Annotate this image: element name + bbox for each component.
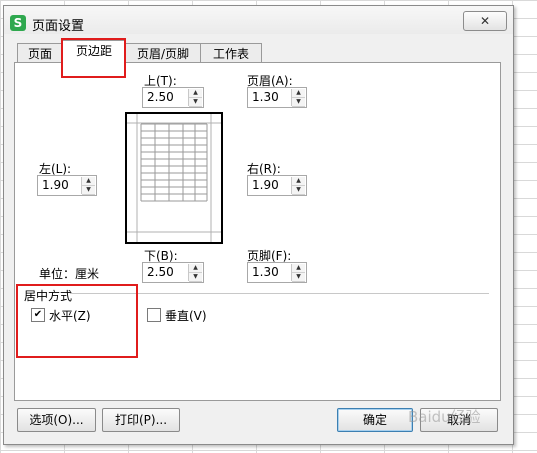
vertical-center-label[interactable]: 垂直(V) bbox=[165, 307, 207, 324]
spin-up-icon[interactable]: ▲ bbox=[292, 177, 305, 186]
spin-down-icon[interactable]: ▼ bbox=[292, 273, 305, 282]
header-margin-value: 1.30 bbox=[252, 90, 279, 104]
tab-header-footer[interactable]: 页眉/页脚 bbox=[125, 43, 201, 64]
spin-up-icon[interactable]: ▲ bbox=[292, 89, 305, 98]
vertical-center-checkbox[interactable] bbox=[147, 308, 161, 322]
dialog-title: 页面设置 bbox=[32, 19, 85, 34]
bottom-margin-spinner[interactable]: 2.50 ▲ ▼ bbox=[142, 262, 204, 283]
print-button[interactable]: 打印(P)... bbox=[102, 408, 180, 432]
left-margin-value: 1.90 bbox=[42, 178, 69, 192]
header-margin-spinner[interactable]: 1.30 ▲ ▼ bbox=[247, 87, 307, 108]
ok-button[interactable]: 确定 bbox=[337, 408, 413, 432]
footer-margin-value: 1.30 bbox=[252, 265, 279, 279]
spin-down-icon[interactable]: ▼ bbox=[189, 273, 202, 282]
top-margin-spinner[interactable]: 2.50 ▲ ▼ bbox=[142, 87, 204, 108]
wps-spreadsheet-icon: S bbox=[10, 15, 26, 31]
footer-margin-spinner[interactable]: 1.30 ▲ ▼ bbox=[247, 262, 307, 283]
spin-up-icon[interactable]: ▲ bbox=[189, 89, 202, 98]
spin-up-icon[interactable]: ▲ bbox=[189, 264, 202, 273]
left-margin-spinner[interactable]: 1.90 ▲ ▼ bbox=[37, 175, 97, 196]
highlight-margins-tab bbox=[61, 38, 126, 78]
unit-label: 单位：厘米 bbox=[39, 267, 100, 281]
highlight-centering-section bbox=[16, 284, 138, 358]
watermark: Baidu经验 bbox=[408, 408, 481, 426]
bottom-margin-value: 2.50 bbox=[147, 265, 174, 279]
spin-up-icon[interactable]: ▲ bbox=[292, 264, 305, 273]
tab-page[interactable]: 页面 bbox=[17, 43, 63, 64]
options-button[interactable]: 选项(O)... bbox=[17, 408, 96, 432]
top-margin-value: 2.50 bbox=[147, 90, 174, 104]
tab-worksheet[interactable]: 工作表 bbox=[200, 43, 262, 64]
dialog-titlebar: S 页面设置 ✕ bbox=[4, 6, 513, 34]
page-preview-graphic bbox=[127, 114, 221, 242]
right-margin-value: 1.90 bbox=[252, 178, 279, 192]
close-icon: ✕ bbox=[479, 14, 491, 28]
spin-down-icon[interactable]: ▼ bbox=[82, 186, 95, 195]
right-margin-spinner[interactable]: 1.90 ▲ ▼ bbox=[247, 175, 307, 196]
close-button[interactable]: ✕ bbox=[463, 11, 507, 31]
spin-down-icon[interactable]: ▼ bbox=[292, 98, 305, 107]
spin-down-icon[interactable]: ▼ bbox=[189, 98, 202, 107]
spin-up-icon[interactable]: ▲ bbox=[82, 177, 95, 186]
page-preview bbox=[125, 112, 223, 244]
spin-down-icon[interactable]: ▼ bbox=[292, 186, 305, 195]
